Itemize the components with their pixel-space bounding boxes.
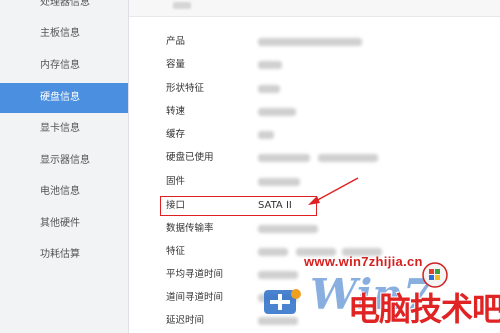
sidebar-item-motherboard[interactable]: 主板信息: [0, 19, 128, 49]
redacted-value: [258, 178, 300, 186]
sidebar-item-label: 显示器信息: [40, 155, 90, 166]
sidebar-item-disk[interactable]: 硬盘信息: [0, 83, 128, 113]
sidebar-item-other-hardware[interactable]: 其他硬件: [0, 209, 128, 239]
annotation-arrow-icon: [308, 177, 359, 205]
detail-label: 转速: [166, 106, 186, 117]
detail-label: 数据传输率: [166, 223, 214, 234]
detail-label: 容量: [166, 59, 186, 70]
sidebar-item-cpu[interactable]: 处理器信息: [0, 0, 128, 18]
sidebar-item-gpu[interactable]: 显卡信息: [0, 114, 128, 144]
sidebar-item-memory[interactable]: 内存信息: [0, 51, 128, 81]
redacted-value: [258, 108, 296, 116]
redacted-value: [258, 271, 298, 279]
redacted-value: [258, 248, 288, 256]
detail-label: 产品: [166, 36, 186, 47]
watermark-text: 电脑技术吧: [348, 290, 500, 328]
redacted-value: [258, 225, 318, 233]
sidebar-item-label: 主板信息: [40, 28, 80, 39]
sidebar-item-battery[interactable]: 电池信息: [0, 177, 128, 207]
highlight-box: [160, 196, 317, 216]
windows-logo-icon: [422, 262, 448, 288]
content-header: [129, 0, 500, 17]
redacted-header: [173, 2, 191, 9]
redacted-value: [318, 154, 378, 162]
detail-label: 形状特征: [166, 83, 205, 94]
detail-label: 特征: [166, 246, 186, 257]
detail-label: 道间寻道时间: [166, 292, 224, 303]
sidebar-item-label: 功耗估算: [40, 249, 80, 260]
detail-label: 硬盘已使用: [166, 152, 214, 163]
redacted-value: [258, 131, 274, 139]
sidebar-item-label: 硬盘信息: [40, 92, 80, 103]
redacted-value: [258, 85, 280, 93]
sidebar-item-label: 电池信息: [40, 186, 80, 197]
detail-label: 延迟时间: [166, 315, 205, 326]
sidebar-item-monitor[interactable]: 显示器信息: [0, 146, 128, 176]
redacted-value: [258, 154, 310, 162]
detail-label: 平均寻道时间: [166, 269, 224, 280]
detail-label: 缓存: [166, 129, 186, 140]
sidebar-item-label: 显卡信息: [40, 123, 80, 134]
watermark-logo-icon: [264, 289, 301, 314]
detail-label: 固件: [166, 176, 186, 187]
sidebar: 处理器信息 主板信息 内存信息 硬盘信息 显卡信息 显示器信息 电池信息 其他硬…: [0, 0, 129, 333]
sidebar-item-power-estimate[interactable]: 功耗估算: [0, 240, 128, 270]
redacted-value: [258, 61, 282, 69]
sidebar-item-label: 其他硬件: [40, 218, 80, 229]
watermark-url: www.win7zhijia.cn: [304, 254, 423, 269]
sidebar-item-label: 处理器信息: [40, 0, 90, 8]
redacted-value: [258, 38, 362, 46]
sidebar-item-label: 内存信息: [40, 60, 80, 71]
